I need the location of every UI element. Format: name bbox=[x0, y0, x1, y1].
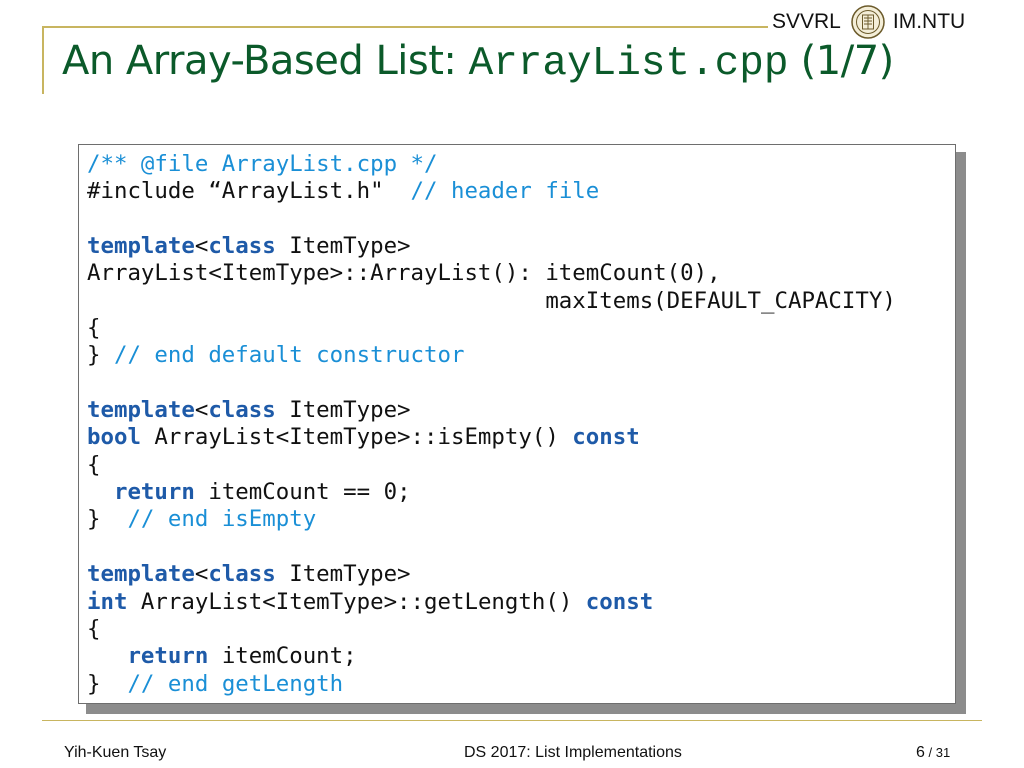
title-suffix: (1/7) bbox=[788, 38, 895, 84]
footer-author: Yih-Kuen Tsay bbox=[64, 744, 167, 761]
code-line-12: { bbox=[87, 451, 101, 478]
footer-page-number: 6 / 31 bbox=[916, 744, 950, 762]
code-line-17: int ArrayList<ItemType>::getLength() con… bbox=[87, 588, 654, 615]
top-rule bbox=[42, 26, 768, 28]
code-listing: /** @file ArrayList.cpp */ #include “Arr… bbox=[87, 151, 896, 698]
code-line-7: { bbox=[87, 315, 101, 342]
code-line-20: } // end getLength bbox=[87, 670, 344, 697]
title-code: ArrayList.cpp bbox=[468, 41, 789, 87]
bottom-rule bbox=[42, 720, 982, 721]
page-current: 6 bbox=[916, 744, 925, 761]
code-line-18: { bbox=[87, 615, 101, 642]
code-line-11: bool ArrayList<ItemType>::isEmpty() cons… bbox=[87, 424, 640, 451]
code-line-2: #include “ArrayList.h" // header file bbox=[87, 178, 600, 205]
header-right-label: IM.NTU bbox=[892, 10, 966, 33]
slide-title: An Array-Based List: ArrayList.cpp (1/7) bbox=[62, 38, 894, 87]
page-separator: / bbox=[924, 745, 936, 760]
code-line-8: } // end default constructor bbox=[87, 342, 465, 369]
header-branding: SVVRL IM.NTU bbox=[772, 4, 965, 40]
code-line-4: template<class ItemType> bbox=[87, 233, 411, 260]
page-total: 31 bbox=[935, 745, 951, 760]
code-line-13: return itemCount == 0; bbox=[113, 479, 411, 506]
code-line-1: /** @file ArrayList.cpp */ bbox=[87, 151, 438, 177]
ntu-seal-icon bbox=[851, 5, 885, 39]
code-line-5: ArrayList<ItemType>::ArrayList(): itemCo… bbox=[87, 260, 721, 287]
footer-course: DS 2017: List Implementations bbox=[464, 744, 682, 761]
title-prefix: An Array-Based List: bbox=[62, 38, 469, 84]
header-left-label: SVVRL bbox=[772, 10, 841, 33]
code-line-19: return itemCount; bbox=[127, 643, 357, 670]
left-rule bbox=[42, 26, 44, 94]
code-line-6: maxItems(DEFAULT_CAPACITY) bbox=[87, 287, 896, 314]
code-box: /** @file ArrayList.cpp */ #include “Arr… bbox=[78, 144, 956, 704]
code-line-16: template<class ItemType> bbox=[87, 561, 411, 588]
code-line-10: template<class ItemType> bbox=[87, 397, 411, 424]
code-line-14: } // end isEmpty bbox=[87, 506, 317, 533]
